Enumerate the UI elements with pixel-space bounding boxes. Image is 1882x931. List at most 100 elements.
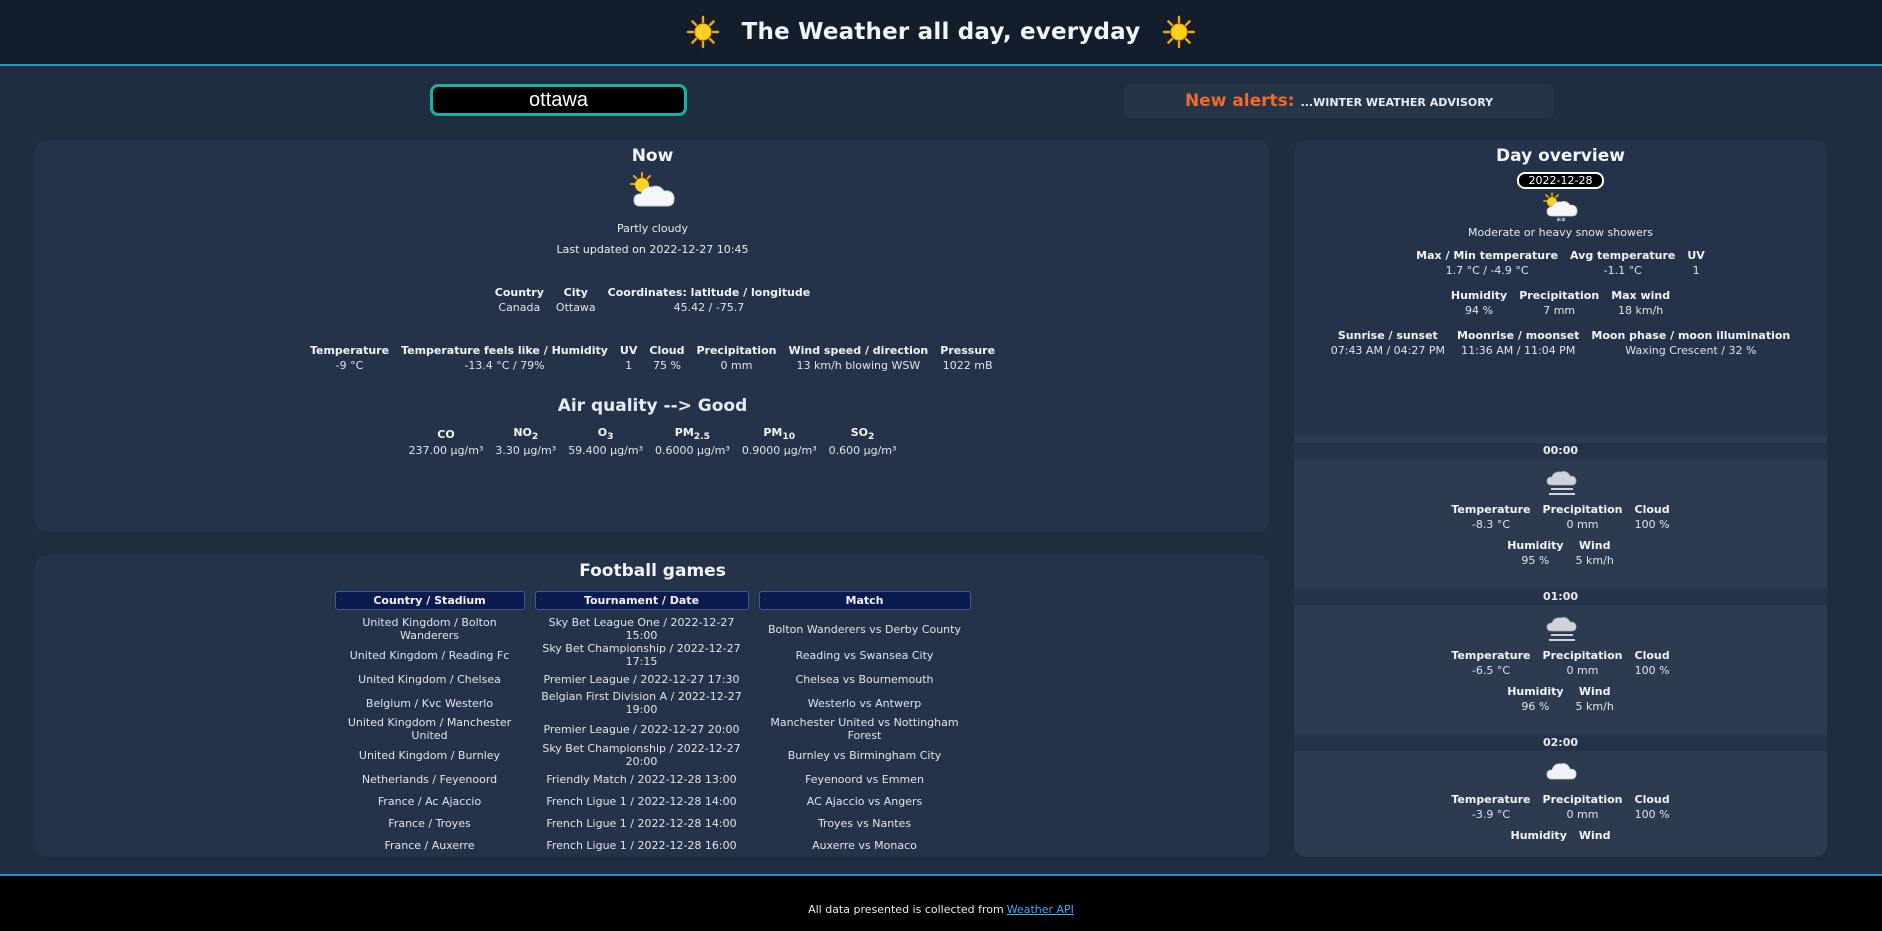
hour-card: Temperature Precipitation Cloud -6.5 °C … xyxy=(1294,605,1827,735)
day-header: Precipitation xyxy=(1519,289,1600,302)
moonrise-moonset-value: 11:36 AM / 11:04 PM xyxy=(1461,344,1576,357)
hour-humidity-value: 96 % xyxy=(1521,700,1550,713)
now-title: Now xyxy=(631,146,674,166)
uv-value: 1 xyxy=(1692,264,1700,277)
hour-header: Humidity xyxy=(1510,829,1567,842)
tournament-cell: French Ligue 1 / 2022-12-28 14:00 xyxy=(546,794,737,808)
hour-header: Humidity xyxy=(1507,685,1564,698)
weather-api-link[interactable]: Weather API xyxy=(1007,903,1074,916)
football-panel: Football games Country / Stadium Tournam… xyxy=(35,555,1270,857)
hour-label: 00:00 xyxy=(1542,444,1578,457)
day-overview-title: Day overview xyxy=(1496,146,1625,166)
hour-precip-value: 0 mm xyxy=(1566,518,1599,531)
day-header: Max / Min temperature xyxy=(1416,249,1559,262)
date-picker[interactable]: 2022-12-28 xyxy=(1516,172,1605,189)
footer: All data presented is collected from Wea… xyxy=(0,874,1882,931)
partly-cloudy-icon xyxy=(629,172,675,207)
now-condition: Partly cloudy xyxy=(616,222,689,235)
pollutant-value: 59.400 µg/m³ xyxy=(568,444,643,458)
sunrise-sunset-value: 07:43 AM / 04:27 PM xyxy=(1330,344,1445,357)
pollutant-value: 237.00 µg/m³ xyxy=(408,444,484,458)
tournament-cell: Premier League / 2022-12-27 17:30 xyxy=(543,672,740,686)
hour-header: Wind xyxy=(1578,685,1611,698)
table-row: United Kingdom / Reading Fc Sky Bet Cham… xyxy=(335,642,971,668)
snow-showers-icon: ** xyxy=(1542,192,1577,225)
search-box[interactable] xyxy=(430,84,687,116)
match-cell: Feyenoord vs Emmen xyxy=(805,772,924,786)
tournament-cell: Premier League / 2022-12-27 20:00 xyxy=(543,722,740,736)
hour-table: Temperature Precipitation Cloud -3.9 °C … xyxy=(1445,793,1675,821)
divider xyxy=(1294,435,1827,443)
match-cell: Manchester United vs Nottingham Forest xyxy=(770,716,959,742)
hourly-list[interactable]: 00:00 Temperature Precipitation Cloud -8… xyxy=(1294,435,1827,857)
max-wind-value: 18 km/h xyxy=(1618,304,1664,317)
hour-label: 01:00 xyxy=(1542,590,1578,603)
hour-precip-value: 0 mm xyxy=(1566,808,1599,821)
table-row: France / Auxerre French Ligue 1 / 2022-1… xyxy=(335,834,971,856)
table-row: United Kingdom / Manchester United Premi… xyxy=(335,716,971,742)
day-header: Moon phase / moon illumination xyxy=(1591,329,1791,342)
hour-header: Precipitation xyxy=(1542,503,1623,516)
hour-cloud-value: 100 % xyxy=(1634,808,1670,821)
temperature-value: -9 °C xyxy=(335,359,364,372)
day-row1-table: Max / Min temperature Avg temperature UV… xyxy=(1410,249,1711,277)
tournament-cell: Sky Bet Championship / 2022-12-27 20:00 xyxy=(542,742,741,768)
stadium-cell: United Kingdom / Bolton Wanderers xyxy=(362,616,497,642)
column-header-tournament: Tournament / Date xyxy=(534,591,749,610)
day-header: Max wind xyxy=(1611,289,1671,302)
humidity-value: 94 % xyxy=(1465,304,1493,317)
match-cell: Chelsea vs Bournemouth xyxy=(795,672,934,686)
match-cell: Burnley vs Birmingham City xyxy=(787,748,942,762)
stadium-cell: United Kingdom / Chelsea xyxy=(358,672,501,686)
hour-header: Precipitation xyxy=(1542,793,1623,806)
stadium-cell: United Kingdom / Burnley xyxy=(358,748,501,762)
hour-cloud-value: 100 % xyxy=(1634,664,1670,677)
pollutant-so2-header: SO2 xyxy=(850,426,875,443)
alert-banner[interactable]: New alerts: ...WINTER WEATHER ADVISORY xyxy=(1124,84,1554,118)
header: The Weather all day, everyday xyxy=(0,0,1882,66)
day-header: Humidity xyxy=(1450,289,1508,302)
match-cell: Troyes vs Nantes xyxy=(817,816,912,830)
hour-header: Cloud xyxy=(1634,503,1670,516)
hour-table-2: Humidity Wind 96 % 5 km/h xyxy=(1501,685,1620,713)
tournament-cell: Sky Bet League One / 2022-12-27 15:00 xyxy=(548,616,735,642)
match-cell: Auxerre vs Monaco xyxy=(812,838,917,852)
hour-temp-value: -8.3 °C xyxy=(1471,518,1511,531)
hour-header: Temperature xyxy=(1451,793,1531,806)
match-cell: AC Ajaccio vs Angers xyxy=(806,794,923,808)
stadium-cell: United Kingdom / Manchester United xyxy=(347,716,512,742)
svg-text:**: ** xyxy=(1556,217,1566,225)
pressure-value: 1022 mB xyxy=(942,359,993,372)
avg-temp-value: -1.1 °C xyxy=(1603,264,1642,277)
hour-temp-value: -6.5 °C xyxy=(1471,664,1511,677)
day-row3-table: Sunrise / sunset Moonrise / moonset Moon… xyxy=(1325,329,1797,357)
detail-header: Temperature feels like / Humidity xyxy=(401,344,608,357)
pollutant-co-header: CO xyxy=(437,427,455,441)
air-quality-title: Air quality --> Good xyxy=(557,396,748,416)
pollutant-no2-header: NO2 xyxy=(513,426,539,443)
stadium-cell: France / Auxerre xyxy=(384,838,475,852)
wind-value: 13 km/h blowing WSW xyxy=(796,359,921,372)
day-overview-panel: Day overview 2022-12-28 ** Moderate or h… xyxy=(1294,140,1827,857)
alert-text: ...WINTER WEATHER ADVISORY xyxy=(1300,96,1494,109)
search-input[interactable] xyxy=(433,87,684,113)
football-title: Football games xyxy=(579,561,726,581)
hour-wind-value: 5 km/h xyxy=(1575,700,1614,713)
day-header: UV xyxy=(1687,249,1705,262)
hour-header: Temperature xyxy=(1451,503,1531,516)
pollutant-value: 0.600 µg/m³ xyxy=(828,444,897,458)
detail-header: Cloud xyxy=(649,344,685,357)
hour-cloud-value: 100 % xyxy=(1634,518,1670,531)
column-header-country: Country / Stadium xyxy=(334,591,525,610)
now-last-updated: Last updated on 2022-12-27 10:45 xyxy=(556,243,749,256)
table-row: Belgium / Kvc Westerlo Belgian First Div… xyxy=(335,690,971,716)
hour-header: Cloud xyxy=(1634,793,1670,806)
table-row: United Kingdom / Bolton Wanderers Sky Be… xyxy=(335,610,971,642)
pollutant-pm10-header: PM10 xyxy=(763,426,796,443)
detail-header: UV xyxy=(619,344,638,357)
hour-label: 02:00 xyxy=(1542,736,1578,749)
footer-text: All data presented is collected from xyxy=(808,903,1004,916)
hour-header: Wind xyxy=(1578,829,1611,842)
hour-precip-value: 0 mm xyxy=(1566,664,1599,677)
stadium-cell: United Kingdom / Reading Fc xyxy=(349,648,510,662)
